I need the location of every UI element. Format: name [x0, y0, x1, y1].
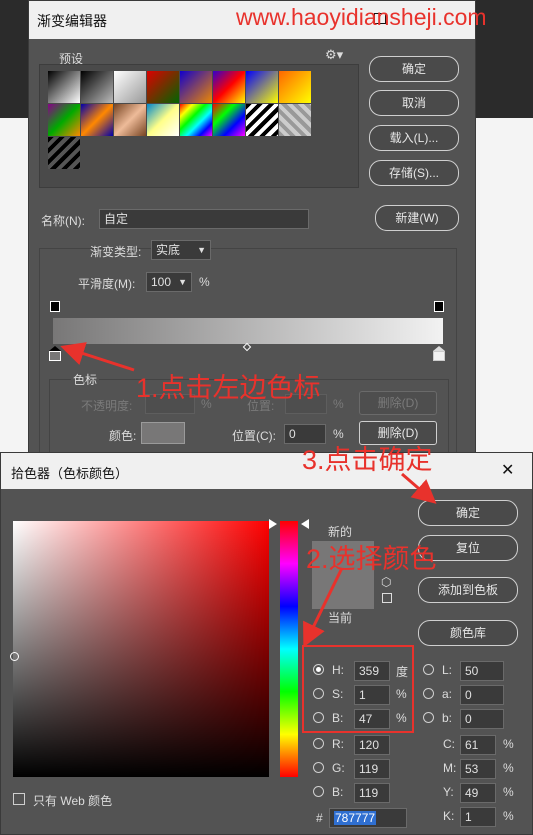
arrow-step1 [60, 342, 135, 372]
annotation-arrows [60, 342, 437, 648]
arrow-step3 [401, 472, 437, 504]
arrow-step2 [303, 567, 344, 648]
